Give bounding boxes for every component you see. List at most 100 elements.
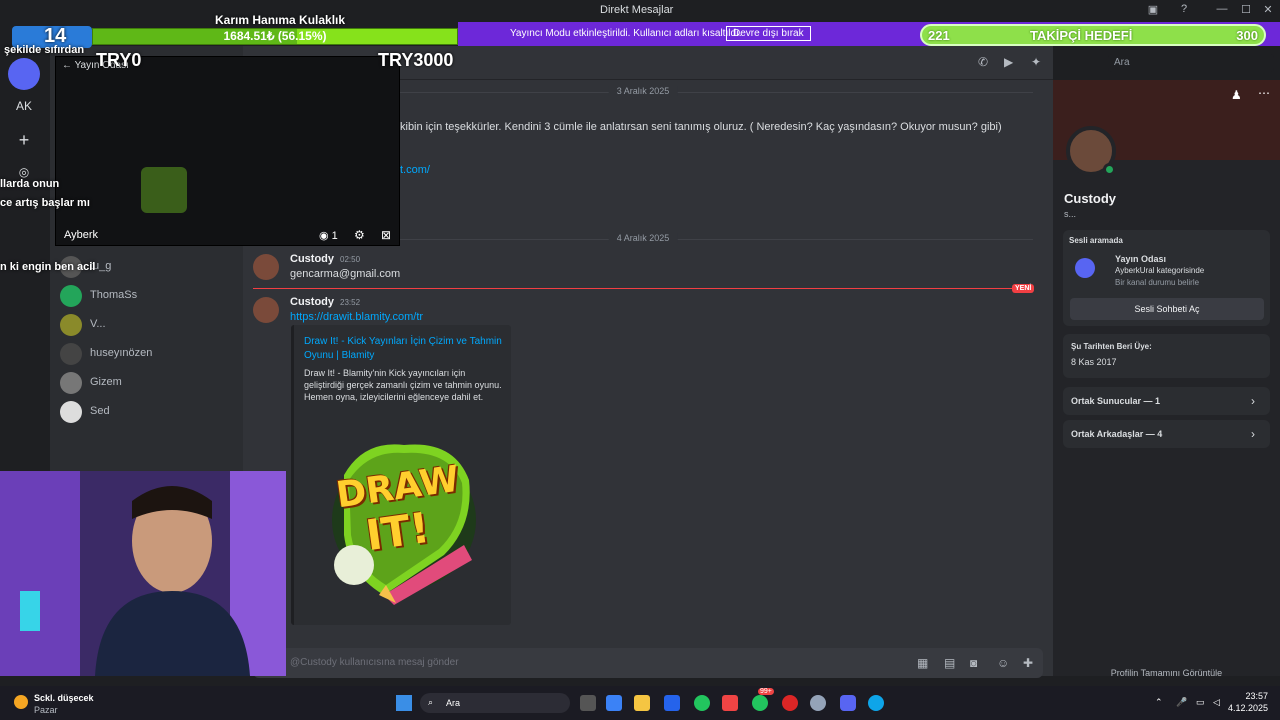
avatar[interactable] (253, 297, 279, 323)
discord-icon (1075, 258, 1095, 278)
server-ak[interactable]: AK (8, 90, 40, 122)
mutual-servers-label: Ortak Sunucular — 1 (1071, 396, 1161, 406)
message-link[interactable]: https://drawit.blamity.com/tr (290, 311, 423, 323)
voice-category: AyberkUral kategorisinde (1115, 266, 1205, 275)
start-icon[interactable] (396, 695, 412, 711)
online-status (1103, 163, 1116, 176)
link-embed: Draw It! - Kick Yayınları İçin Çizim ve … (291, 325, 511, 625)
mutual-friends[interactable]: Ortak Arkadaşlar — 4 › (1063, 420, 1270, 448)
apps-icon[interactable]: ✚ (1023, 656, 1033, 670)
chrome-icon[interactable] (694, 695, 710, 711)
weather-text[interactable]: Sckl. düşecek (34, 693, 94, 703)
draw-it-logo[interactable]: DRAW IT! (324, 435, 484, 605)
dm-item[interactable]: Sed (60, 399, 238, 427)
mic-icon[interactable]: 🎤 (1176, 697, 1187, 708)
message-text: kibin için teşekkürler. Kendini 3 cümle … (400, 121, 1002, 133)
avatar (60, 401, 82, 423)
avatar[interactable] (8, 58, 40, 90)
sticker-icon[interactable]: ◙ (970, 656, 977, 670)
stream-preview[interactable]: ← Yayın Odası Ayberk ◉ 1 ⚙ ⊠ (55, 56, 400, 246)
embed-description: Draw It! - Blamity'nin Kick yayıncıları … (304, 368, 502, 402)
call-icon[interactable]: ✆ (978, 55, 988, 69)
gif-icon[interactable]: ▤ (944, 656, 955, 670)
close-icon[interactable]: ✕ (1260, 3, 1276, 19)
whatsapp-icon[interactable] (752, 695, 768, 711)
message-text: gencarma@gmail.com (290, 268, 401, 280)
discord-icon[interactable] (840, 695, 856, 711)
chevron-right-icon: › (1251, 394, 1255, 408)
search-icon: ⌕ (428, 697, 434, 707)
volume-icon[interactable]: ◁ (1213, 697, 1220, 708)
taskview-icon[interactable] (580, 695, 596, 711)
clock-time[interactable]: 23:57 (1236, 691, 1268, 701)
profile-tag: s... (1064, 209, 1077, 219)
add-friend-icon[interactable]: ♟ (1231, 88, 1242, 102)
embed-title[interactable]: Draw It! - Kick Yayınları İçin Çizim ve … (304, 335, 504, 363)
member-since-card: Şu Tarihten Beri Üye: 8 Kas 2017 (1063, 334, 1270, 378)
app-icon[interactable] (810, 695, 826, 711)
store-icon[interactable] (664, 695, 680, 711)
disable-button[interactable]: Devre dışı bırak (726, 26, 811, 41)
author-name[interactable]: Custody (290, 296, 334, 308)
settings-icon[interactable]: ⚙ (354, 228, 365, 242)
mutual-servers[interactable]: Ortak Sunucular — 1 › (1063, 387, 1270, 415)
date-label: 4 Aralık 2025 (608, 233, 678, 243)
gift-icon[interactable]: ▦ (917, 656, 928, 670)
new-badge: YENİ (1012, 284, 1035, 293)
dm-item[interactable]: V... (60, 312, 238, 340)
window-title: Direkt Mesajlar (600, 4, 674, 16)
inbox-icon[interactable]: ▣ (1145, 3, 1161, 19)
member-since-value: 8 Kas 2017 (1071, 357, 1117, 367)
edge-icon[interactable] (868, 695, 884, 711)
mutual-friends-label: Ortak Arkadaşlar — 4 (1071, 429, 1163, 439)
youtube-icon[interactable] (722, 695, 738, 711)
voice-status[interactable]: Bir kanal durumu belirle (1115, 278, 1199, 287)
taskbar-search[interactable]: ⌕ Ara (420, 693, 570, 713)
profile-avatar[interactable] (1066, 126, 1116, 176)
view-full-profile[interactable]: Profilin Tamamını Görüntüle (1053, 668, 1280, 678)
help-icon[interactable]: ? (1176, 3, 1192, 19)
more-icon[interactable]: ⋯ (1258, 86, 1270, 100)
search-input[interactable]: Ara (1108, 54, 1274, 72)
message-author[interactable]: Custody 23:52 (290, 296, 360, 308)
streamer-mode-banner: Yayıncı Modu etkinleştirildi. Kullanıcı … (458, 22, 918, 46)
dm-item[interactable]: Gizem (60, 370, 238, 398)
message-link[interactable]: t.com/ (400, 164, 430, 176)
folder-icon[interactable] (634, 695, 650, 711)
viewer-number: 1 (331, 230, 338, 242)
progress-text: 1684.51₺ (56.15%) (223, 29, 327, 43)
popout-icon[interactable]: ⊠ (381, 228, 391, 242)
webcam-feed (0, 471, 286, 676)
donation-goal-title: Karım Hanıma Kulaklık (215, 13, 346, 27)
streamer-mode-message: Yayıncı Modu etkinleştirildi. Kullanıcı … (510, 28, 742, 39)
dm-item[interactable]: huseyınözen (60, 341, 238, 369)
message-time: 23:52 (340, 298, 361, 307)
clock-date[interactable]: 4.12.2025 (1228, 703, 1268, 713)
add-server-button[interactable]: + (8, 124, 40, 156)
video-icon[interactable]: ▶ (1004, 55, 1013, 69)
network-icon[interactable]: ▭ (1196, 697, 1205, 708)
avatar[interactable] (253, 254, 279, 280)
taskbar-search-label: Ara (446, 698, 461, 708)
avatar (60, 343, 82, 365)
dm-item[interactable]: ThomaSs (60, 283, 238, 311)
avatar (60, 372, 82, 394)
maximize-icon[interactable]: ☐ (1238, 3, 1254, 19)
weather-icon[interactable] (14, 695, 28, 709)
message-input[interactable]: @Custody kullanıcısına mesaj gönder ▦ ▤ … (253, 648, 1043, 678)
copilot-icon[interactable] (606, 695, 622, 711)
message-time: 02:50 (340, 255, 361, 264)
pin-icon[interactable]: ✦ (1031, 55, 1041, 69)
preview-logo (141, 167, 187, 213)
emoji-icon[interactable]: ☺ (997, 656, 1009, 670)
voice-chat-button[interactable]: Sesli Sohbeti Aç (1070, 298, 1264, 320)
author-name[interactable]: Custody (290, 253, 334, 265)
tray-chevron-icon[interactable]: ⌃ (1155, 697, 1163, 708)
voice-channel[interactable]: Yayın Odası (1115, 254, 1166, 264)
goal-target: 300 (1236, 28, 1258, 43)
overlay-text: llarda onun (0, 178, 60, 190)
taskbar: Sckl. düşecek Pazar ⌕ Ara 99+ ⌃ 🎤 ▭ ◁ 23… (0, 686, 1280, 720)
minimize-icon[interactable]: — (1214, 3, 1230, 19)
opera-icon[interactable] (782, 695, 798, 711)
message-author[interactable]: Custody 02:50 (290, 253, 360, 265)
